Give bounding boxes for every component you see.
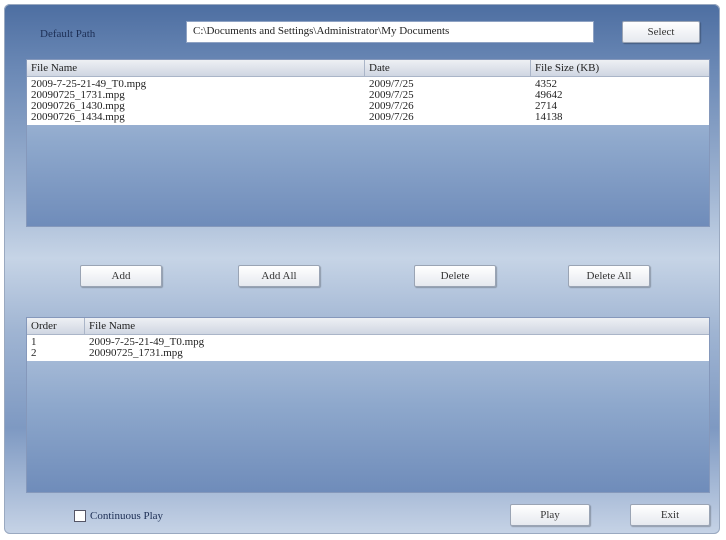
- column-file-name[interactable]: File Name: [85, 318, 709, 334]
- table-row[interactable]: 2 20090725_1731.mpg: [27, 348, 709, 359]
- play-button[interactable]: Play: [510, 504, 590, 526]
- date-cell: 2009/7/25: [369, 79, 414, 90]
- column-date[interactable]: Date: [365, 60, 531, 76]
- add-all-button[interactable]: Add All: [238, 265, 320, 287]
- file-name-cell: 2009-7-25-21-49_T0.mpg: [89, 337, 205, 348]
- file-list[interactable]: File Name Date File Size (KB) 2009-7-25-…: [26, 59, 710, 227]
- table-row[interactable]: 2009-7-25-21-49_T0.mpg 2009/7/25 4352: [27, 79, 709, 90]
- table-row[interactable]: 20090725_1731.mpg 2009/7/25 49642: [27, 90, 709, 101]
- order-cell: 2: [31, 348, 37, 359]
- date-cell: 2009/7/26: [369, 101, 414, 112]
- continuous-play-checkbox[interactable]: [74, 510, 86, 522]
- play-list-body: 1 2009-7-25-21-49_T0.mpg 2 20090725_1731…: [27, 335, 709, 361]
- file-name-cell: 20090725_1731.mpg: [31, 90, 125, 101]
- exit-button[interactable]: Exit: [630, 504, 710, 526]
- playback-window: Default Path C:\Documents and Settings\A…: [4, 4, 720, 534]
- file-size-cell: 14138: [535, 112, 563, 123]
- file-name-cell: 2009-7-25-21-49_T0.mpg: [31, 79, 147, 90]
- play-list-header: Order File Name: [27, 318, 709, 335]
- order-cell: 1: [31, 337, 37, 348]
- file-list-header: File Name Date File Size (KB): [27, 60, 709, 77]
- table-row[interactable]: 1 2009-7-25-21-49_T0.mpg: [27, 337, 709, 348]
- file-name-cell: 20090725_1731.mpg: [89, 348, 183, 359]
- delete-all-button[interactable]: Delete All: [568, 265, 650, 287]
- default-path-label: Default Path: [40, 28, 96, 40]
- file-name-cell: 20090726_1430.mpg: [31, 101, 125, 112]
- path-field[interactable]: C:\Documents and Settings\Administrator\…: [186, 21, 594, 43]
- date-cell: 2009/7/26: [369, 112, 414, 123]
- file-size-cell: 49642: [535, 90, 563, 101]
- table-row[interactable]: 20090726_1430.mpg 2009/7/26 2714: [27, 101, 709, 112]
- column-file-name[interactable]: File Name: [27, 60, 365, 76]
- continuous-play-label: Continuous Play: [90, 510, 164, 522]
- column-file-size[interactable]: File Size (KB): [531, 60, 709, 76]
- select-button[interactable]: Select: [622, 21, 700, 43]
- file-list-body: 2009-7-25-21-49_T0.mpg 2009/7/25 4352 20…: [27, 77, 709, 125]
- column-order[interactable]: Order: [27, 318, 85, 334]
- date-cell: 2009/7/25: [369, 90, 414, 101]
- play-list[interactable]: Order File Name 1 2009-7-25-21-49_T0.mpg…: [26, 317, 710, 493]
- delete-button[interactable]: Delete: [414, 265, 496, 287]
- table-row[interactable]: 20090726_1434.mpg 2009/7/26 14138: [27, 112, 709, 123]
- file-size-cell: 2714: [535, 101, 557, 112]
- file-size-cell: 4352: [535, 79, 557, 90]
- continuous-play-option[interactable]: Continuous Play: [74, 510, 163, 522]
- file-name-cell: 20090726_1434.mpg: [31, 112, 125, 123]
- add-button[interactable]: Add: [80, 265, 162, 287]
